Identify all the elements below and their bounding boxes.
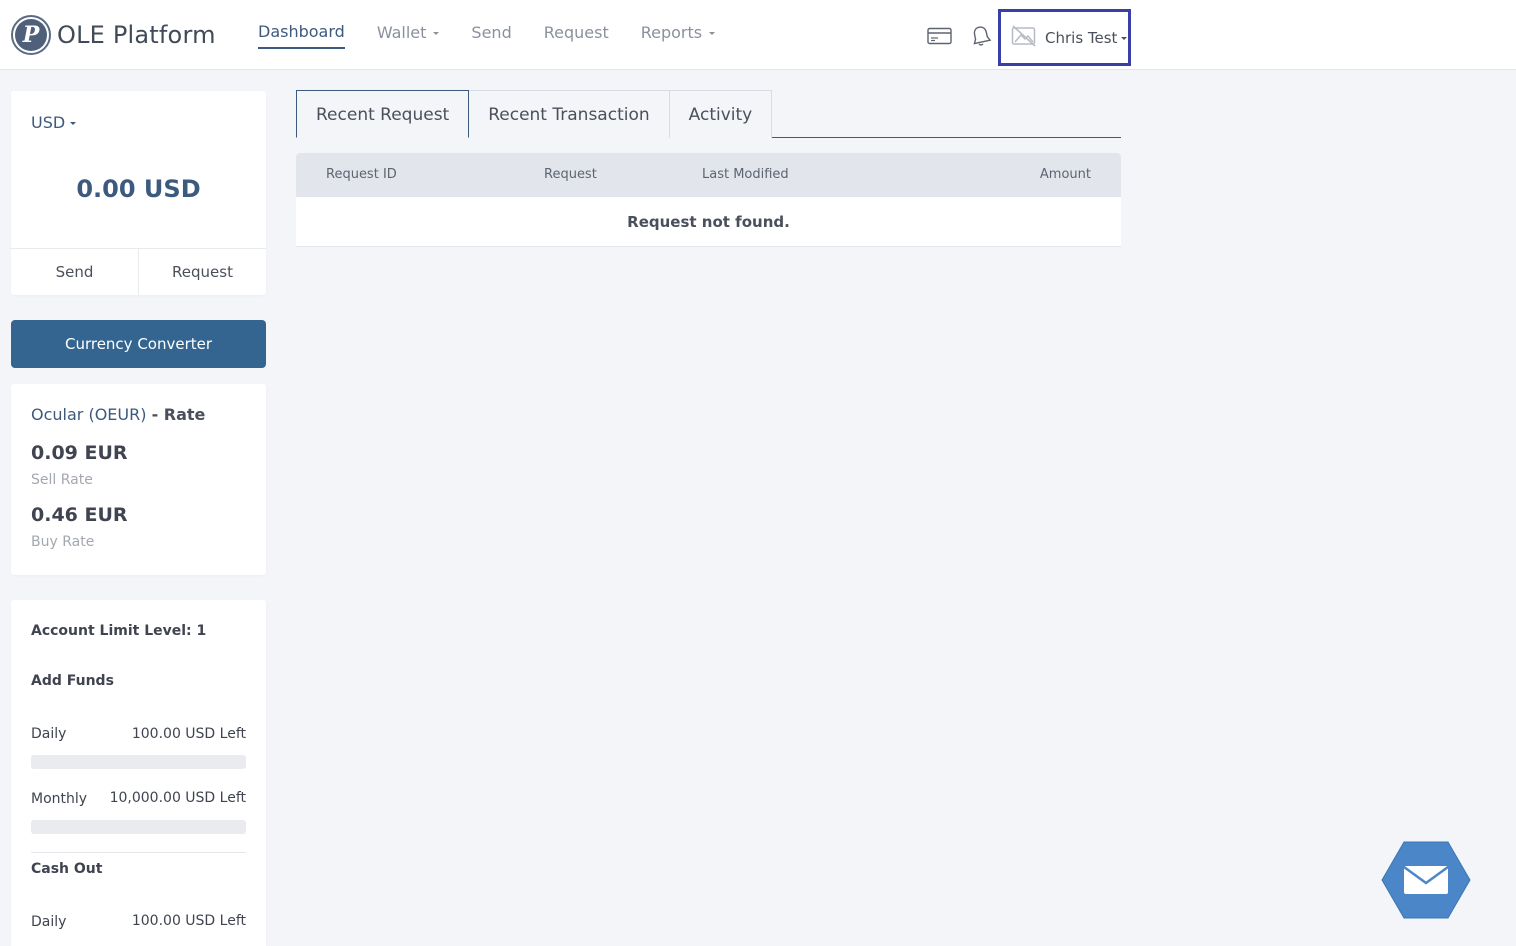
empty-state-message: Request not found. bbox=[296, 197, 1121, 247]
tab-recent-transaction[interactable]: Recent Transaction bbox=[469, 90, 670, 138]
column-last-modified[interactable]: Last Modified bbox=[702, 153, 789, 197]
mail-icon bbox=[1381, 841, 1471, 919]
user-menu[interactable]: Chris Test bbox=[998, 9, 1131, 66]
logo-icon: P bbox=[11, 15, 51, 55]
chevron-down-icon bbox=[1121, 37, 1128, 40]
user-name: Chris Test bbox=[1045, 28, 1118, 47]
send-button[interactable]: Send bbox=[11, 249, 138, 295]
buy-rate-value: 0.46 EUR bbox=[31, 504, 128, 526]
sell-rate-value: 0.09 EUR bbox=[31, 442, 128, 464]
balance-actions: Send Request bbox=[11, 248, 266, 295]
column-amount[interactable]: Amount bbox=[1040, 153, 1091, 197]
nav-item-reports[interactable]: Reports bbox=[641, 22, 716, 49]
add-funds-monthly-label: Monthly bbox=[31, 791, 88, 807]
cash-out-daily-left: 100.00 USD Left bbox=[131, 913, 246, 929]
balance-card: USD 0.00 USD Send Request bbox=[11, 91, 266, 295]
content-tabs: Recent Request Recent Transaction Activi… bbox=[296, 90, 1121, 138]
add-funds-monthly-left: 10,000.00 USD Left bbox=[109, 790, 246, 806]
chevron-down-icon bbox=[433, 32, 440, 35]
balance-amount: 0.00 USD bbox=[76, 175, 201, 203]
cash-out-daily-label: Daily bbox=[31, 914, 67, 930]
request-button[interactable]: Request bbox=[138, 249, 266, 295]
currency-converter-button[interactable]: Currency Converter bbox=[11, 320, 266, 368]
add-funds-daily-left: 100.00 USD Left bbox=[131, 726, 246, 742]
add-funds-monthly-progress bbox=[31, 820, 246, 834]
tab-recent-request[interactable]: Recent Request bbox=[296, 90, 470, 138]
mail-fab-button[interactable] bbox=[1381, 840, 1471, 920]
nav-item-wallet[interactable]: Wallet bbox=[377, 22, 440, 49]
add-funds-daily-label: Daily bbox=[31, 726, 67, 742]
nav-item-dashboard[interactable]: Dashboard bbox=[258, 22, 345, 49]
cash-out-title: Cash Out bbox=[31, 861, 103, 877]
account-limit-level: Account Limit Level: 1 bbox=[31, 623, 207, 639]
account-limits-card: Account Limit Level: 1 Add Funds Daily 1… bbox=[11, 600, 266, 946]
avatar-placeholder-icon bbox=[1011, 24, 1037, 51]
main-nav: Dashboard Wallet Send Request Reports bbox=[258, 22, 747, 49]
bell-icon[interactable] bbox=[968, 23, 994, 49]
rate-title: Ocular (OEUR) - Rate bbox=[31, 405, 206, 424]
rate-card: Ocular (OEUR) - Rate 0.09 EUR Sell Rate … bbox=[11, 384, 266, 575]
buy-rate-label: Buy Rate bbox=[31, 534, 95, 550]
nav-item-request[interactable]: Request bbox=[544, 22, 609, 49]
rate-currency[interactable]: Ocular (OEUR) bbox=[31, 405, 146, 424]
app-logo[interactable]: P OLE Platform bbox=[11, 15, 216, 55]
chevron-down-icon bbox=[709, 32, 716, 35]
requests-table: Request ID Request Last Modified Amount … bbox=[296, 153, 1121, 247]
table-header: Request ID Request Last Modified Amount bbox=[296, 153, 1121, 197]
currency-select[interactable]: USD bbox=[31, 113, 77, 132]
column-request-id[interactable]: Request ID bbox=[326, 153, 397, 197]
column-request[interactable]: Request bbox=[544, 153, 597, 197]
top-navbar: P OLE Platform Dashboard Wallet Send Req… bbox=[0, 0, 1516, 70]
card-icon[interactable] bbox=[926, 23, 952, 49]
app-title: OLE Platform bbox=[57, 21, 216, 49]
add-funds-title: Add Funds bbox=[31, 673, 114, 689]
sell-rate-label: Sell Rate bbox=[31, 472, 93, 488]
nav-item-send[interactable]: Send bbox=[471, 22, 511, 49]
tab-activity[interactable]: Activity bbox=[669, 90, 773, 138]
add-funds-daily-progress bbox=[31, 755, 246, 769]
divider bbox=[31, 852, 246, 853]
chevron-down-icon bbox=[70, 122, 77, 125]
